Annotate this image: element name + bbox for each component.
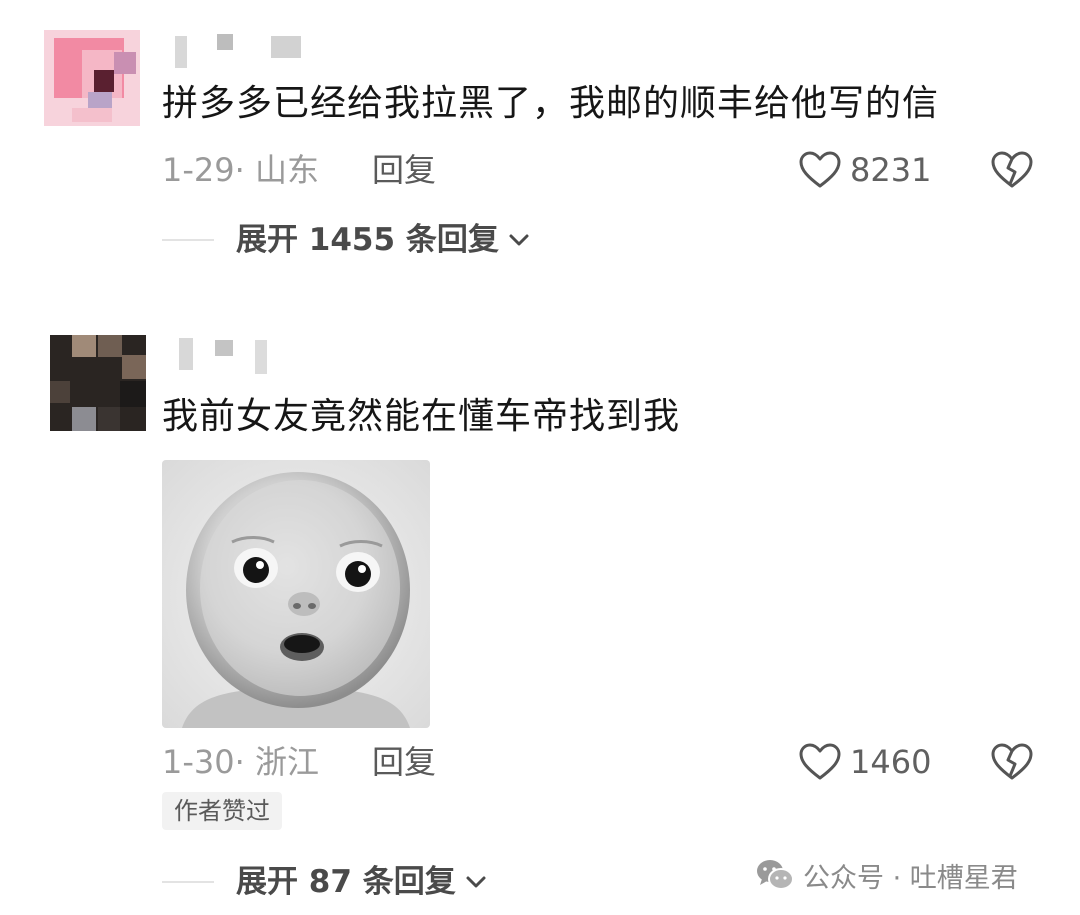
watermark: 公众号 · 吐槽星君 <box>755 855 1018 895</box>
meta-separator: · <box>234 151 245 189</box>
reply-button[interactable]: 回复 <box>372 740 436 784</box>
like-count: 1460 <box>850 743 932 781</box>
chevron-down-icon <box>466 876 486 888</box>
expand-replies-button[interactable]: 展开 1455 条回复 <box>162 218 531 262</box>
comment-location: 浙江 <box>254 743 319 781</box>
author-liked-badge: 作者赞过 <box>162 792 282 830</box>
expand-replies-label: 展开 1455 条回复 <box>236 222 499 258</box>
like-count: 8231 <box>850 151 932 189</box>
comment-date: 1-29 <box>162 151 235 189</box>
comment-item: 拼多多已经给我拉黑了，我邮的顺丰给他写的信 1-29· 山东 回复 8231 展… <box>0 0 1080 300</box>
username-censored[interactable] <box>175 338 315 374</box>
dislike-button[interactable] <box>990 742 1034 782</box>
comment-meta: 1-30· 浙江 回复 <box>162 740 436 784</box>
dislike-button[interactable] <box>990 150 1034 190</box>
comment-location: 山东 <box>254 151 319 189</box>
avatar[interactable] <box>44 30 140 126</box>
comment-text: 我前女友竟然能在懂车帝找到我 <box>162 396 681 437</box>
heart-outline-icon <box>799 151 841 188</box>
surprised-baby-image <box>162 460 430 728</box>
heart-outline-icon <box>799 743 841 780</box>
broken-heart-icon <box>991 151 1033 188</box>
username-censored[interactable] <box>175 32 315 68</box>
chevron-down-icon <box>509 234 529 246</box>
comment-item: 我前女友竟然能在懂车帝找到我 1-30· 浙江 回复 1460 作者赞过 展开 … <box>0 320 1080 915</box>
meta-separator: · <box>234 743 245 781</box>
wechat-icon <box>757 860 794 890</box>
like-button[interactable]: 8231 <box>798 148 931 192</box>
watermark-text: 公众号 · 吐槽星君 <box>803 862 1018 894</box>
avatar[interactable] <box>50 335 146 431</box>
comment-text: 拼多多已经给我拉黑了，我邮的顺丰给他写的信 <box>162 83 940 124</box>
comment-date: 1-30 <box>162 743 235 781</box>
expand-replies-label: 展开 87 条回复 <box>236 864 456 900</box>
divider-line <box>162 239 214 241</box>
reply-button[interactable]: 回复 <box>372 148 436 192</box>
comment-meta: 1-29· 山东 回复 <box>162 148 436 192</box>
expand-replies-button[interactable]: 展开 87 条回复 <box>162 860 488 904</box>
baby-face-sticker[interactable] <box>162 460 430 728</box>
like-button[interactable]: 1460 <box>798 740 931 784</box>
broken-heart-icon <box>991 743 1033 780</box>
divider-line <box>162 881 214 883</box>
